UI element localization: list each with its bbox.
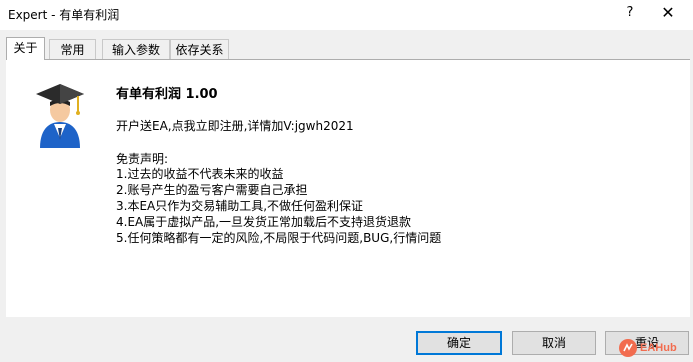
tab-dependencies[interactable]: 依存关系: [170, 39, 229, 59]
tab-about[interactable]: 关于: [6, 37, 45, 60]
disclaimer-line: 2.账号产生的盈亏客户需要自己承担: [116, 183, 308, 197]
eahub-logo-icon: [619, 339, 637, 357]
window-title: Expert - 有单有利润: [8, 8, 120, 22]
cancel-button[interactable]: 取消: [512, 331, 596, 355]
close-button[interactable]: ✕: [656, 3, 680, 22]
product-title: 有单有利润 1.00: [116, 87, 218, 102]
disclaimer-title: 免责声明:: [116, 152, 169, 166]
title-bar: Expert - 有单有利润 ? ✕: [0, 0, 693, 30]
graduate-user-icon: [36, 84, 84, 148]
promo-text: 开户送EA,点我立即注册,详情加V:jgwh2021: [116, 119, 354, 133]
disclaimer-line: 4.EA属于虚拟产品,一旦发货正常加载后不支持退货退款: [116, 215, 412, 229]
about-panel: 有单有利润 1.00 开户送EA,点我立即注册,详情加V:jgwh2021 免责…: [6, 59, 690, 317]
tab-input-params[interactable]: 输入参数: [102, 39, 170, 59]
disclaimer-line: 3.本EA只作为交易辅助工具,不做任何盈利保证: [116, 199, 364, 213]
disclaimer-line: 5.任何策略都有一定的风险,不局限于代码问题,BUG,行情问题: [116, 231, 442, 245]
ok-button[interactable]: 确定: [416, 331, 502, 355]
watermark-text: EAHub: [640, 342, 677, 354]
tab-common[interactable]: 常用: [49, 39, 96, 59]
help-button[interactable]: ?: [620, 5, 640, 20]
disclaimer-line: 1.过去的收益不代表未来的收益: [116, 167, 284, 181]
watermark: EAHub: [619, 338, 691, 358]
disclaimer-list: 1.过去的收益不代表未来的收益 2.账号产生的盈亏客户需要自己承担 3.本EA只…: [116, 166, 441, 246]
